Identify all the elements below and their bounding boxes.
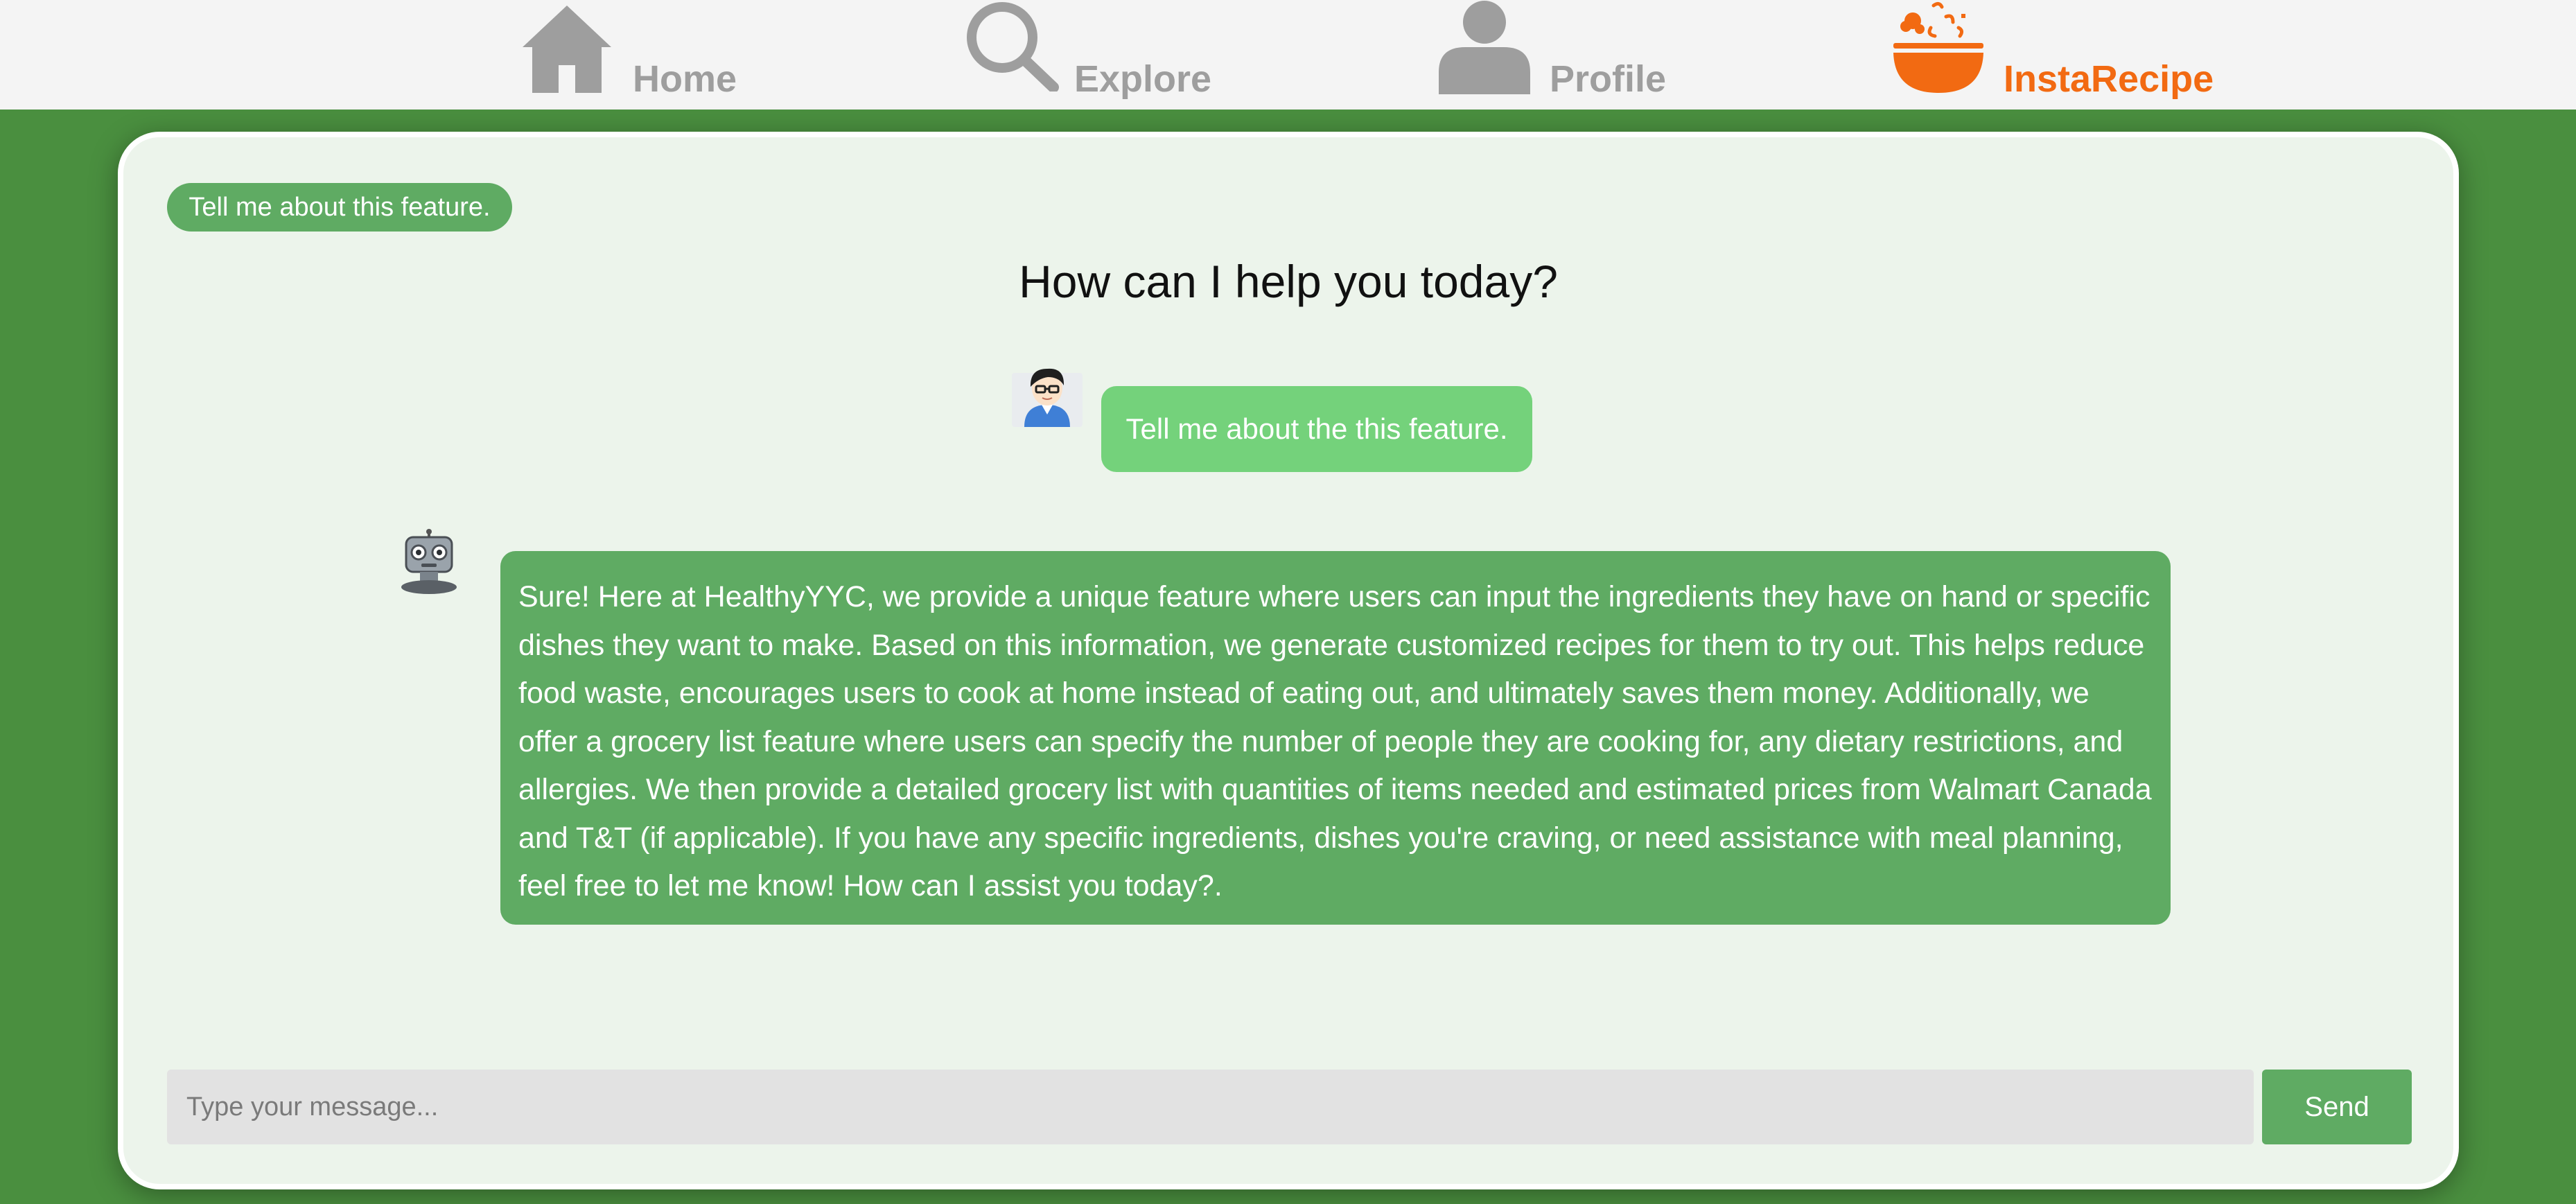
send-button[interactable]: Send [2262, 1070, 2412, 1144]
search-icon [967, 2, 1059, 91]
suggestion-chip[interactable]: Tell me about this feature. [167, 183, 512, 232]
bowl-icon [1893, 1, 1983, 93]
user-icon [1439, 1, 1530, 94]
robot-avatar-icon [401, 529, 457, 594]
nav-home-label: Home [633, 58, 737, 100]
nav-home[interactable]: Home [521, 0, 743, 110]
nav-instarecipe[interactable]: InstaRecipe [1892, 0, 2218, 110]
top-navigation: Home Explore Profile InstaRecipe [0, 0, 2576, 110]
nav-profile-label: Profile [1550, 58, 1667, 100]
message-input[interactable] [167, 1070, 2254, 1144]
chat-panel: Tell me about this feature. How can I he… [118, 132, 2459, 1189]
bot-message-bubble: Sure! Here at HealthyYYC, we provide a u… [500, 551, 2171, 925]
user-avatar-icon [1012, 368, 1083, 427]
nav-profile[interactable]: Profile [1437, 0, 1673, 110]
chat-heading: How can I help you today? [1019, 256, 1558, 307]
nav-explore-label: Explore [1074, 58, 1212, 100]
home-icon [523, 6, 611, 93]
nav-instarecipe-label: InstaRecipe [2004, 58, 2214, 100]
user-message-bubble: Tell me about the this feature. [1101, 386, 1532, 472]
nav-explore[interactable]: Explore [963, 0, 1220, 110]
